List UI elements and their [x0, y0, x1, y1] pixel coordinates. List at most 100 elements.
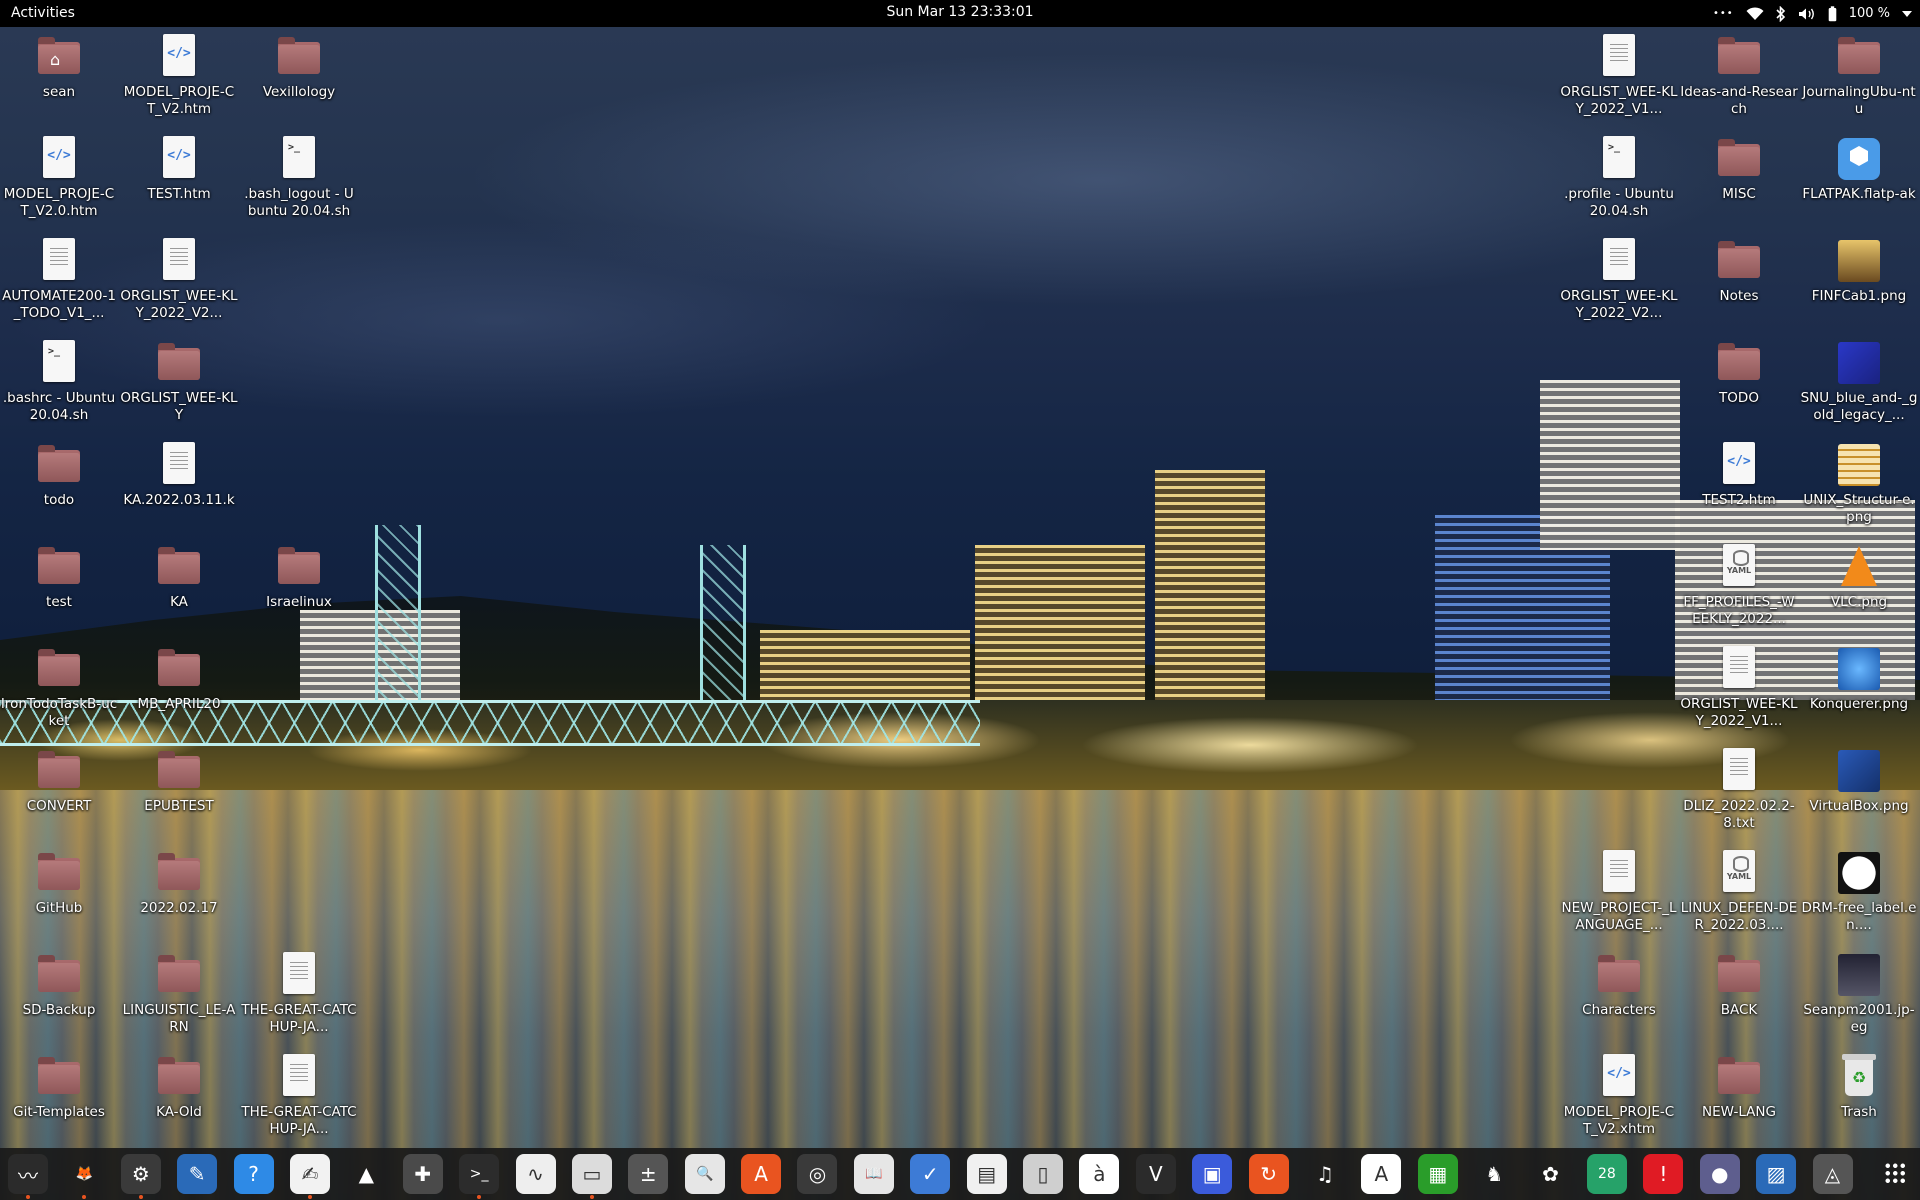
- desktop-icon-misc[interactable]: MISC: [1680, 136, 1798, 203]
- desktop-icon-orglist-wee-kly-2022-v2[interactable]: ORGLIST_WEE-KLY_2022_V2...: [120, 238, 238, 322]
- dock-item-libreoffice-writer[interactable]: ✎: [177, 1154, 218, 1194]
- desktop-icon-israelinux[interactable]: Israelinux: [240, 544, 358, 611]
- desktop-icon-finfcab1-png[interactable]: FINFCab1.png: [1800, 238, 1918, 305]
- dock-item-help[interactable]: ?: [233, 1154, 274, 1194]
- dock-item-files[interactable]: ▭: [571, 1154, 612, 1199]
- desktop-icon-dliz-2022-02-2-8-txt[interactable]: DLIZ_2022.02.2-8.txt: [1680, 748, 1798, 832]
- desktop-icon-the-great-catchup-ja[interactable]: THE-GREAT-CATCHUP-JA...: [240, 952, 358, 1036]
- desktop-icon-drm-free-label-en[interactable]: DRM-free_label.en....: [1800, 850, 1918, 934]
- dock-item-game[interactable]: ♞: [1474, 1154, 1514, 1194]
- dock-item-settings[interactable]: ⚙: [120, 1154, 161, 1199]
- dock-item-text-editor[interactable]: ✍: [289, 1154, 330, 1199]
- dock-item-calendar[interactable]: 28: [1586, 1154, 1627, 1194]
- dock-item-vlc[interactable]: ▲: [346, 1154, 386, 1194]
- desktop-icon-ideas-and-research[interactable]: Ideas-and-Research: [1680, 34, 1798, 118]
- desktop-icon-new-project-language[interactable]: NEW_PROJECT-_LANGUAGE_...: [1560, 850, 1678, 934]
- desktop-icon-flatpak-flatp-ak[interactable]: FLATPAK.flatp-ak: [1800, 136, 1918, 203]
- dock-item-vim[interactable]: V: [1135, 1154, 1176, 1194]
- desktop-icon-model-proje-ct-v2-0-htm[interactable]: </> MODEL_PROJE-CT_V2.0.htm: [0, 136, 118, 220]
- dock-item-calculator[interactable]: ±: [628, 1154, 669, 1194]
- desktop-icon-new-lang[interactable]: NEW-LANG: [1680, 1054, 1798, 1121]
- desktop-icon-github[interactable]: GitHub: [0, 850, 118, 917]
- dock-item-screen-share[interactable]: ▣: [1192, 1154, 1233, 1194]
- desktop-icon-linux-defen-der-2022-03[interactable]: YAML LINUX_DEFEN-DER_2022.03....: [1680, 850, 1798, 934]
- desktop-icon-sean[interactable]: ⌂ sean: [0, 34, 118, 101]
- desktop-icon-todo[interactable]: TODO: [1680, 340, 1798, 407]
- desktop-icon-orglist-wee-kly[interactable]: ORGLIST_WEE-KLY: [120, 340, 238, 424]
- dock-item-character-map[interactable]: à: [1079, 1154, 1120, 1194]
- desktop-icon-sd-backup[interactable]: SD-Backup: [0, 952, 118, 1019]
- desktop-icon-convert[interactable]: CONVERT: [0, 748, 118, 815]
- desktop-icon-ka[interactable]: KA: [120, 544, 238, 611]
- desktop-icon-vexillology[interactable]: Vexillology: [240, 34, 358, 101]
- dock-item-camera[interactable]: ●: [1699, 1154, 1740, 1194]
- desktop-icon-model-proje-ct-v2-htm[interactable]: </> MODEL_PROJE-CT_V2.htm: [120, 34, 238, 118]
- desktop-icon-test2-htm[interactable]: </> TEST2.htm: [1680, 442, 1798, 509]
- desktop-icon-vlc-png[interactable]: VLC.png: [1800, 544, 1918, 611]
- chevron-down-icon[interactable]: [1902, 10, 1912, 17]
- dock-item-disk-utility[interactable]: ◎: [797, 1154, 838, 1194]
- desktop-icon-the-great-catchup-ja[interactable]: THE-GREAT-CATCHUP-JA...: [240, 1054, 358, 1138]
- desktop-icon-label: FLATPAK.flatp-ak: [1802, 186, 1916, 202]
- dock-item-alert[interactable]: !: [1643, 1154, 1684, 1194]
- dock-item-firefox[interactable]: 🦊: [64, 1154, 104, 1199]
- desktop-icon-snu-blue-and-gold-legacy[interactable]: SNU_blue_and-_gold_legacy_...: [1800, 340, 1918, 424]
- clock-button[interactable]: Sun Mar 13 23:33:01: [886, 4, 1033, 20]
- dock-item-archive-manager[interactable]: ▯: [1023, 1154, 1064, 1194]
- desktop-icon-bashrc-ubuntu-20-04-sh[interactable]: >_ .bashrc - Ubuntu 20.04.sh: [0, 340, 118, 424]
- desktop-icon-bash-logout-ubuntu-20-04-sh[interactable]: >_ .bash_logout - Ubuntu 20.04.sh: [240, 136, 358, 220]
- desktop-icon-test[interactable]: test: [0, 544, 118, 611]
- dock-item-document-viewer[interactable]: A: [1361, 1154, 1402, 1194]
- desktop-icon-automate200-1-todo-v1[interactable]: AUTOMATE200-1_TODO_V1_...: [0, 238, 118, 322]
- dock-item-image-viewer[interactable]: 🔍: [684, 1154, 725, 1194]
- volume-icon[interactable]: [1798, 7, 1816, 21]
- dock-item-gimp[interactable]: ✿: [1531, 1154, 1571, 1194]
- desktop-icon-seanpm2001-jp-eg[interactable]: Seanpm2001.jp-eg: [1800, 952, 1918, 1036]
- dock-item-system-monitor[interactable]: 〰: [8, 1154, 48, 1199]
- desktop-icon-epubtest[interactable]: EPUBTEST: [120, 748, 238, 815]
- desktop-icon-journalingubu-ntu[interactable]: JournalingUbu-ntu: [1800, 34, 1918, 118]
- dock-item-book-reader[interactable]: 📖: [853, 1154, 894, 1194]
- dock-item-software[interactable]: A: [741, 1154, 782, 1194]
- desktop-icon-unix-structur-e-png[interactable]: UNIX_Structur-e.png: [1800, 442, 1918, 526]
- desktop-icon-orglist-wee-kly-2022-v1[interactable]: ORGLIST_WEE-KLY_2022_V1...: [1680, 646, 1798, 730]
- dock-item-updater[interactable]: ↻: [1248, 1154, 1289, 1194]
- dock-item-music[interactable]: ♫: [1305, 1154, 1345, 1194]
- dock-item-notes[interactable]: ▤: [966, 1154, 1007, 1194]
- desktop-icon-orglist-wee-kly-2022-v1[interactable]: ORGLIST_WEE-KLY_2022_V1...: [1560, 34, 1678, 118]
- bluetooth-icon[interactable]: [1776, 5, 1786, 22]
- desktop-icon-trash[interactable]: ♻ Trash: [1800, 1054, 1918, 1121]
- desktop-icon-orglist-wee-kly-2022-v2[interactable]: ORGLIST_WEE-KLY_2022_V2...: [1560, 238, 1678, 322]
- battery-icon[interactable]: [1828, 5, 1837, 22]
- dock-item-app-center[interactable]: ◬: [1812, 1154, 1853, 1194]
- wifi-icon[interactable]: [1746, 6, 1764, 21]
- desktop-icon-linguistic-le-arn[interactable]: LINGUISTIC_LE-ARN: [120, 952, 238, 1036]
- dock-item-puzzle[interactable]: ✚: [402, 1154, 443, 1194]
- desktop-icon-ff-profiles-weekly-2022[interactable]: YAML FF_PROFILES_-WEEKLY_2022...: [1680, 544, 1798, 628]
- desktop-icon-characters[interactable]: Characters: [1560, 952, 1678, 1019]
- dock-item-terminal[interactable]: >_: [459, 1154, 500, 1199]
- show-applications-icon[interactable]: [1884, 1162, 1906, 1184]
- desktop-icon-konquerer-png[interactable]: Konquerer.png: [1800, 646, 1918, 713]
- desktop-icon-git-templates[interactable]: Git-Templates: [0, 1054, 118, 1121]
- desktop-icon-notes[interactable]: Notes: [1680, 238, 1798, 305]
- dock-item-screenshot[interactable]: ▨: [1756, 1154, 1797, 1194]
- icon-part: >_: [288, 142, 301, 153]
- desktop-icon-model-proje-ct-v2-xhtm[interactable]: </> MODEL_PROJE-CT_V2.xhtm: [1560, 1054, 1678, 1138]
- desktop-icon-virtualbox-png[interactable]: VirtualBox.png: [1800, 748, 1918, 815]
- desktop-icon-ka-old[interactable]: KA-Old: [120, 1054, 238, 1121]
- desktop-icon-test-htm[interactable]: </> TEST.htm: [120, 136, 238, 203]
- desktop-icon-ka-2022-03-11-k[interactable]: KA.2022.03.11.k: [120, 442, 238, 509]
- dock-item-system-monitor-graph[interactable]: ∿: [515, 1154, 556, 1194]
- desktop-icon-irontodotaskb-ucket[interactable]: IronTodoTaskB-ucket: [0, 646, 118, 730]
- desktop-icon-2022-02-17[interactable]: 2022.02.17: [120, 850, 238, 917]
- desktop-icon-todo[interactable]: todo: [0, 442, 118, 509]
- icon-part: [1718, 37, 1760, 74]
- desktop-icon-back[interactable]: BACK: [1680, 952, 1798, 1019]
- dock-item-tasks[interactable]: ✓: [910, 1154, 951, 1194]
- desktop-icon-profile-ubuntu-20-04-sh[interactable]: >_ .profile - Ubuntu 20.04.sh: [1560, 136, 1678, 220]
- dock-item-spreadsheet[interactable]: ▦: [1417, 1154, 1458, 1194]
- menu-dots-icon[interactable]: •••: [1713, 8, 1734, 19]
- system-tray[interactable]: ••• 100 %: [1713, 3, 1912, 24]
- desktop-icon-mb-april20[interactable]: MB_APRIL20: [120, 646, 238, 713]
